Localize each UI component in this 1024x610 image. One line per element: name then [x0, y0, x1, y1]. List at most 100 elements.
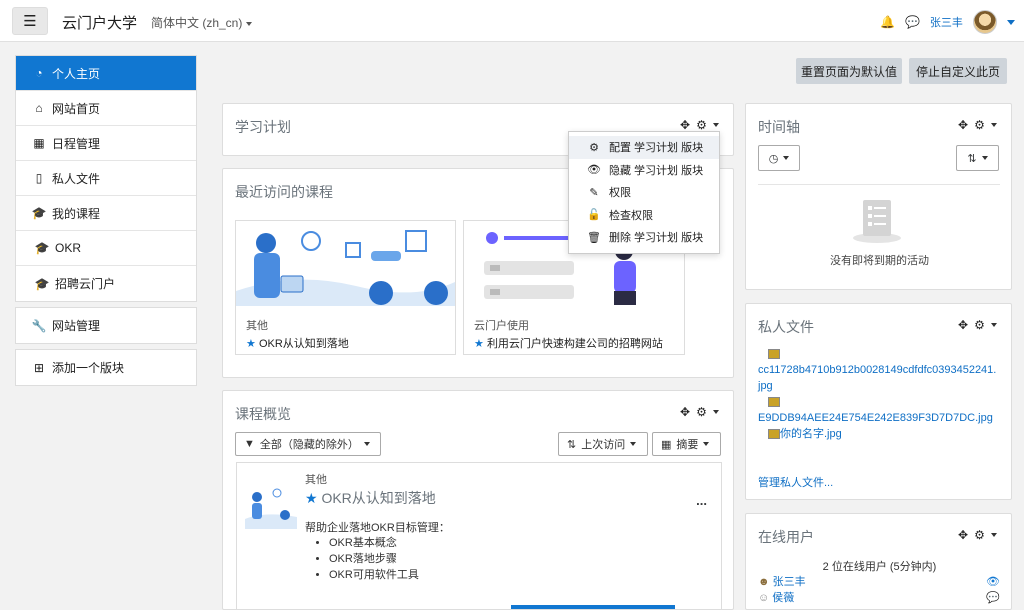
gear-icon[interactable]: ⚙: [696, 118, 707, 132]
nav-item-label: 网站管理: [52, 319, 101, 333]
timeline-block: 时间轴 ✥ ⚙ 没有即将到期的活动: [745, 103, 1012, 290]
chevron-down-icon[interactable]: [990, 533, 997, 537]
course-more-menu[interactable]: ...: [696, 493, 707, 508]
course-card[interactable]: 其他 ★ OKR从认知到落地: [235, 220, 456, 355]
nav-group-add-block: ⊞ 添加一个版块: [15, 349, 197, 386]
move-icon[interactable]: ✥: [958, 528, 968, 542]
nav-item-calendar[interactable]: ▦ 日程管理: [16, 126, 196, 161]
stop-customize-button[interactable]: 停止自定义此页: [909, 58, 1007, 84]
filter-label: 全部（隐藏的除外）: [259, 439, 359, 451]
reset-page-button[interactable]: 重置页面为默认值: [796, 58, 902, 84]
sort-label: 上次访问: [581, 439, 626, 451]
block-controls: ✥ ⚙: [680, 405, 719, 419]
course-view-dropdown[interactable]: ▦ 摘要: [652, 432, 721, 456]
file-item[interactable]: cc11728b4710b912b0028149cdfdfc0393452241…: [758, 346, 998, 394]
unlock-icon: 🔓: [587, 209, 601, 222]
move-icon[interactable]: ✥: [680, 405, 690, 419]
timeline-filter-button[interactable]: ◷: [758, 145, 800, 171]
user-nav: 🔔 💬 张三丰: [880, 10, 1015, 34]
sort-icon: ⇅: [567, 438, 577, 451]
list-item: OKR落地步骤: [329, 551, 419, 567]
chevron-down-icon[interactable]: [712, 123, 719, 127]
nav-item-recruit[interactable]: 🎓 招聘云门户: [16, 266, 196, 301]
file-item[interactable]: 你的名字.jpg: [758, 426, 998, 442]
nav-item-label: 我的课程: [52, 206, 101, 221]
course-filter-dropdown[interactable]: ▼ 全部（隐藏的除外）: [235, 432, 381, 456]
block-title: 学习计划: [235, 119, 291, 135]
user-name[interactable]: 张三丰: [930, 14, 963, 30]
nav-item-site-admin[interactable]: 🔧 网站管理: [16, 308, 196, 343]
menu-item-permissions[interactable]: ✎ 权限: [569, 181, 719, 204]
block-controls: ✥ ⚙: [680, 118, 719, 132]
image-file-icon: [768, 397, 780, 408]
nav-item-label: 招聘云门户: [55, 277, 116, 291]
gear-icon[interactable]: ⚙: [696, 405, 707, 419]
avatar[interactable]: [972, 10, 997, 34]
message-icon[interactable]: 💬: [986, 590, 1000, 606]
chevron-down-icon[interactable]: [990, 323, 997, 327]
nav-item-okr[interactable]: 🎓 OKR: [16, 231, 196, 266]
nav-item-my-courses[interactable]: 🎓 我的课程: [16, 196, 196, 231]
chevron-down-icon[interactable]: [990, 123, 997, 127]
timeline-sort-button[interactable]: ⇅: [956, 145, 999, 171]
file-link[interactable]: 你的名字.jpg: [780, 428, 842, 440]
nav-group-admin: 🔧 网站管理: [15, 307, 197, 344]
list-item: ☺ 侯薇 💬: [758, 590, 1000, 606]
menu-item-configure[interactable]: ⚙ 配置 学习计划 版块: [569, 136, 719, 159]
user-link[interactable]: 张三丰: [773, 576, 806, 588]
user-avatar-icon: ☺: [758, 592, 770, 604]
calendar-icon: ▦: [33, 136, 45, 150]
bell-icon[interactable]: 🔔: [880, 15, 895, 29]
file-link[interactable]: cc11728b4710b912b0028149cdfdfc0393452241…: [758, 364, 996, 392]
chat-icon[interactable]: 💬: [905, 15, 920, 29]
progress-bar: [511, 605, 675, 609]
course-sort-dropdown[interactable]: ⇅ 上次访问: [558, 432, 648, 456]
course-title[interactable]: ★ OKR从认知到落地: [246, 335, 349, 351]
menu-item-delete[interactable]: 🗑 删除 学习计划 版块: [569, 226, 719, 249]
block-controls: ✥ ⚙: [958, 118, 997, 132]
nav-item-label: 私人文件: [52, 171, 101, 186]
user-menu-caret-icon[interactable]: [1006, 19, 1015, 25]
move-icon[interactable]: ✥: [958, 118, 968, 132]
nav-item-label: OKR: [55, 241, 82, 255]
view-label: 摘要: [676, 439, 699, 451]
eye-icon[interactable]: 👁: [986, 574, 1000, 590]
hamburger-menu-button[interactable]: ☰: [12, 7, 48, 35]
block-title: 在线用户: [758, 529, 814, 545]
nav-item-home[interactable]: ⌂ 网站首页: [16, 91, 196, 126]
graduation-cap-icon: 🎓: [34, 276, 50, 291]
file-icon: ▯: [35, 171, 43, 185]
course-name[interactable]: ★ OKR从认知到落地: [305, 488, 436, 508]
chevron-down-icon: [630, 442, 637, 446]
nav-item-label: 网站首页: [52, 101, 101, 116]
menu-item-hide[interactable]: 👁 隐藏 学习计划 版块: [569, 159, 719, 182]
language-selector[interactable]: 简体中文 (zh_cn): [151, 14, 253, 31]
course-title[interactable]: ★ 利用云门户快速构建公司的招聘网站: [474, 335, 663, 351]
chevron-down-icon: [246, 21, 253, 26]
gear-icon[interactable]: ⚙: [974, 318, 985, 332]
move-icon[interactable]: ✥: [680, 118, 690, 132]
plus-square-icon: ⊞: [33, 360, 45, 375]
user-link[interactable]: 侯薇: [772, 592, 794, 604]
nav-item-dashboard[interactable]: ◔ 个人主页: [16, 56, 196, 91]
file-item[interactable]: E9DDB94AEE24E754E242E839F3D7D7DC.jpg: [758, 394, 998, 426]
sort-icon: ⇅: [967, 152, 977, 165]
site-name[interactable]: 云门户大学: [62, 12, 137, 33]
move-icon[interactable]: ✥: [958, 318, 968, 332]
file-link[interactable]: E9DDB94AEE24E754E242E839F3D7D7DC.jpg: [758, 412, 993, 424]
gear-icon[interactable]: ⚙: [974, 118, 985, 132]
chevron-down-icon[interactable]: [712, 410, 719, 414]
chevron-down-icon: [363, 442, 370, 446]
course-category: 云门户使用: [474, 320, 529, 332]
block-controls: ✥ ⚙: [958, 528, 997, 542]
gear-icon[interactable]: ⚙: [974, 528, 985, 542]
menu-item-label: 删除 学习计划 版块: [609, 232, 704, 245]
nav-item-add-block[interactable]: ⊞ 添加一个版块: [16, 350, 196, 385]
menu-item-check-permissions[interactable]: 🔓 检查权限: [569, 204, 719, 227]
course-category: 其他: [305, 474, 327, 486]
graduation-cap-icon: 🎓: [31, 206, 47, 220]
manage-files-link[interactable]: 管理私人文件...: [758, 474, 833, 490]
nav-item-private-files[interactable]: ▯ 私人文件: [16, 161, 196, 196]
block-actions-menu: ⚙ 配置 学习计划 版块 👁 隐藏 学习计划 版块 ✎ 权限 🔓 检查权限 🗑 …: [568, 131, 720, 254]
block-controls: ✥ ⚙: [958, 318, 997, 332]
